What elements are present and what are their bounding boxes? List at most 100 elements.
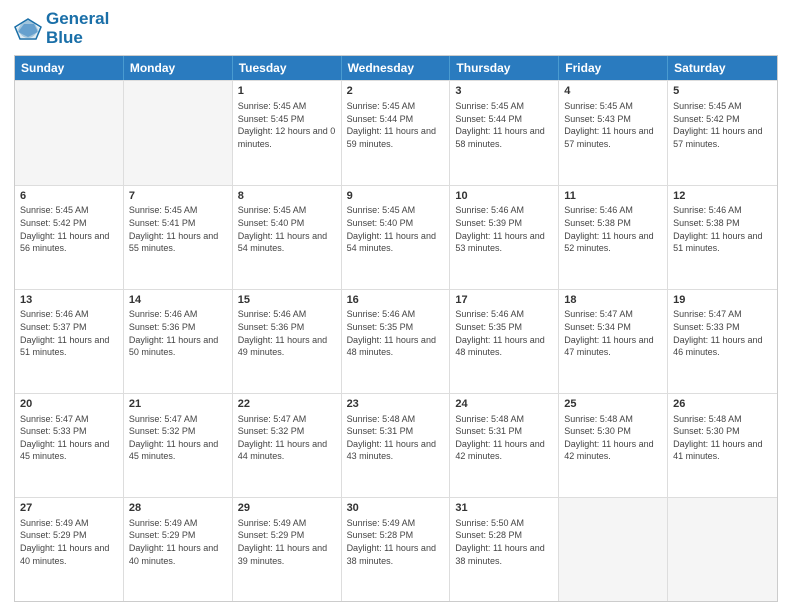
day-info: Sunrise: 5:46 AMSunset: 5:38 PMDaylight:… (564, 204, 662, 254)
calendar-cell: 1Sunrise: 5:45 AMSunset: 5:45 PMDaylight… (233, 81, 342, 184)
day-number: 15 (238, 293, 336, 308)
day-info: Sunrise: 5:49 AMSunset: 5:29 PMDaylight:… (20, 517, 118, 567)
day-number: 14 (129, 293, 227, 308)
day-number: 8 (238, 189, 336, 204)
day-info: Sunrise: 5:48 AMSunset: 5:30 PMDaylight:… (673, 413, 772, 463)
calendar-day-header: Monday (124, 56, 233, 80)
calendar-cell: 31Sunrise: 5:50 AMSunset: 5:28 PMDayligh… (450, 498, 559, 601)
calendar-cell: 25Sunrise: 5:48 AMSunset: 5:30 PMDayligh… (559, 394, 668, 497)
day-info: Sunrise: 5:47 AMSunset: 5:32 PMDaylight:… (238, 413, 336, 463)
calendar-cell: 23Sunrise: 5:48 AMSunset: 5:31 PMDayligh… (342, 394, 451, 497)
calendar-cell: 21Sunrise: 5:47 AMSunset: 5:32 PMDayligh… (124, 394, 233, 497)
calendar-cell: 15Sunrise: 5:46 AMSunset: 5:36 PMDayligh… (233, 290, 342, 393)
calendar-cell: 24Sunrise: 5:48 AMSunset: 5:31 PMDayligh… (450, 394, 559, 497)
logo-text: General Blue (46, 10, 109, 47)
day-info: Sunrise: 5:48 AMSunset: 5:31 PMDaylight:… (347, 413, 445, 463)
day-number: 23 (347, 397, 445, 412)
day-number: 26 (673, 397, 772, 412)
calendar-cell: 26Sunrise: 5:48 AMSunset: 5:30 PMDayligh… (668, 394, 777, 497)
day-info: Sunrise: 5:45 AMSunset: 5:40 PMDaylight:… (238, 204, 336, 254)
day-info: Sunrise: 5:47 AMSunset: 5:34 PMDaylight:… (564, 308, 662, 358)
day-number: 17 (455, 293, 553, 308)
day-info: Sunrise: 5:46 AMSunset: 5:39 PMDaylight:… (455, 204, 553, 254)
day-info: Sunrise: 5:47 AMSunset: 5:32 PMDaylight:… (129, 413, 227, 463)
calendar-cell: 2Sunrise: 5:45 AMSunset: 5:44 PMDaylight… (342, 81, 451, 184)
calendar-cell: 22Sunrise: 5:47 AMSunset: 5:32 PMDayligh… (233, 394, 342, 497)
day-number: 9 (347, 189, 445, 204)
calendar-cell: 19Sunrise: 5:47 AMSunset: 5:33 PMDayligh… (668, 290, 777, 393)
day-info: Sunrise: 5:45 AMSunset: 5:44 PMDaylight:… (347, 100, 445, 150)
calendar-cell: 18Sunrise: 5:47 AMSunset: 5:34 PMDayligh… (559, 290, 668, 393)
day-number: 6 (20, 189, 118, 204)
calendar-day-header: Sunday (15, 56, 124, 80)
calendar-header: SundayMondayTuesdayWednesdayThursdayFrid… (15, 56, 777, 80)
day-number: 22 (238, 397, 336, 412)
day-number: 13 (20, 293, 118, 308)
day-info: Sunrise: 5:45 AMSunset: 5:44 PMDaylight:… (455, 100, 553, 150)
day-number: 4 (564, 84, 662, 99)
day-number: 21 (129, 397, 227, 412)
calendar-day-header: Tuesday (233, 56, 342, 80)
day-info: Sunrise: 5:45 AMSunset: 5:42 PMDaylight:… (20, 204, 118, 254)
day-number: 16 (347, 293, 445, 308)
calendar-cell: 11Sunrise: 5:46 AMSunset: 5:38 PMDayligh… (559, 186, 668, 289)
calendar-cell: 8Sunrise: 5:45 AMSunset: 5:40 PMDaylight… (233, 186, 342, 289)
day-info: Sunrise: 5:46 AMSunset: 5:35 PMDaylight:… (347, 308, 445, 358)
day-info: Sunrise: 5:45 AMSunset: 5:40 PMDaylight:… (347, 204, 445, 254)
calendar-day-header: Saturday (668, 56, 777, 80)
calendar-cell: 13Sunrise: 5:46 AMSunset: 5:37 PMDayligh… (15, 290, 124, 393)
day-info: Sunrise: 5:45 AMSunset: 5:45 PMDaylight:… (238, 100, 336, 150)
calendar: SundayMondayTuesdayWednesdayThursdayFrid… (14, 55, 778, 602)
day-info: Sunrise: 5:47 AMSunset: 5:33 PMDaylight:… (673, 308, 772, 358)
day-info: Sunrise: 5:48 AMSunset: 5:30 PMDaylight:… (564, 413, 662, 463)
day-number: 1 (238, 84, 336, 99)
calendar-row: 20Sunrise: 5:47 AMSunset: 5:33 PMDayligh… (15, 393, 777, 497)
calendar-cell: 16Sunrise: 5:46 AMSunset: 5:35 PMDayligh… (342, 290, 451, 393)
day-info: Sunrise: 5:46 AMSunset: 5:35 PMDaylight:… (455, 308, 553, 358)
page: General Blue SundayMondayTuesdayWednesda… (0, 0, 792, 612)
day-info: Sunrise: 5:45 AMSunset: 5:42 PMDaylight:… (673, 100, 772, 150)
calendar-cell (124, 81, 233, 184)
day-number: 29 (238, 501, 336, 516)
day-number: 30 (347, 501, 445, 516)
calendar-row: 27Sunrise: 5:49 AMSunset: 5:29 PMDayligh… (15, 497, 777, 601)
calendar-cell: 10Sunrise: 5:46 AMSunset: 5:39 PMDayligh… (450, 186, 559, 289)
calendar-cell (668, 498, 777, 601)
calendar-row: 6Sunrise: 5:45 AMSunset: 5:42 PMDaylight… (15, 185, 777, 289)
calendar-cell: 7Sunrise: 5:45 AMSunset: 5:41 PMDaylight… (124, 186, 233, 289)
day-info: Sunrise: 5:49 AMSunset: 5:29 PMDaylight:… (129, 517, 227, 567)
calendar-cell (15, 81, 124, 184)
day-info: Sunrise: 5:46 AMSunset: 5:36 PMDaylight:… (129, 308, 227, 358)
logo: General Blue (14, 10, 109, 47)
day-number: 5 (673, 84, 772, 99)
day-number: 18 (564, 293, 662, 308)
calendar-cell: 17Sunrise: 5:46 AMSunset: 5:35 PMDayligh… (450, 290, 559, 393)
calendar-cell: 14Sunrise: 5:46 AMSunset: 5:36 PMDayligh… (124, 290, 233, 393)
calendar-cell: 6Sunrise: 5:45 AMSunset: 5:42 PMDaylight… (15, 186, 124, 289)
day-number: 24 (455, 397, 553, 412)
calendar-cell: 27Sunrise: 5:49 AMSunset: 5:29 PMDayligh… (15, 498, 124, 601)
header: General Blue (14, 10, 778, 47)
day-number: 20 (20, 397, 118, 412)
day-number: 19 (673, 293, 772, 308)
day-number: 27 (20, 501, 118, 516)
day-info: Sunrise: 5:47 AMSunset: 5:33 PMDaylight:… (20, 413, 118, 463)
day-number: 3 (455, 84, 553, 99)
day-info: Sunrise: 5:46 AMSunset: 5:38 PMDaylight:… (673, 204, 772, 254)
calendar-cell: 4Sunrise: 5:45 AMSunset: 5:43 PMDaylight… (559, 81, 668, 184)
day-number: 11 (564, 189, 662, 204)
day-number: 7 (129, 189, 227, 204)
calendar-cell: 30Sunrise: 5:49 AMSunset: 5:28 PMDayligh… (342, 498, 451, 601)
logo-icon (14, 18, 42, 40)
calendar-cell (559, 498, 668, 601)
calendar-body: 1Sunrise: 5:45 AMSunset: 5:45 PMDaylight… (15, 80, 777, 601)
calendar-day-header: Wednesday (342, 56, 451, 80)
calendar-day-header: Thursday (450, 56, 559, 80)
calendar-cell: 12Sunrise: 5:46 AMSunset: 5:38 PMDayligh… (668, 186, 777, 289)
day-number: 31 (455, 501, 553, 516)
calendar-cell: 28Sunrise: 5:49 AMSunset: 5:29 PMDayligh… (124, 498, 233, 601)
day-info: Sunrise: 5:49 AMSunset: 5:28 PMDaylight:… (347, 517, 445, 567)
calendar-cell: 29Sunrise: 5:49 AMSunset: 5:29 PMDayligh… (233, 498, 342, 601)
day-info: Sunrise: 5:46 AMSunset: 5:37 PMDaylight:… (20, 308, 118, 358)
day-info: Sunrise: 5:45 AMSunset: 5:43 PMDaylight:… (564, 100, 662, 150)
